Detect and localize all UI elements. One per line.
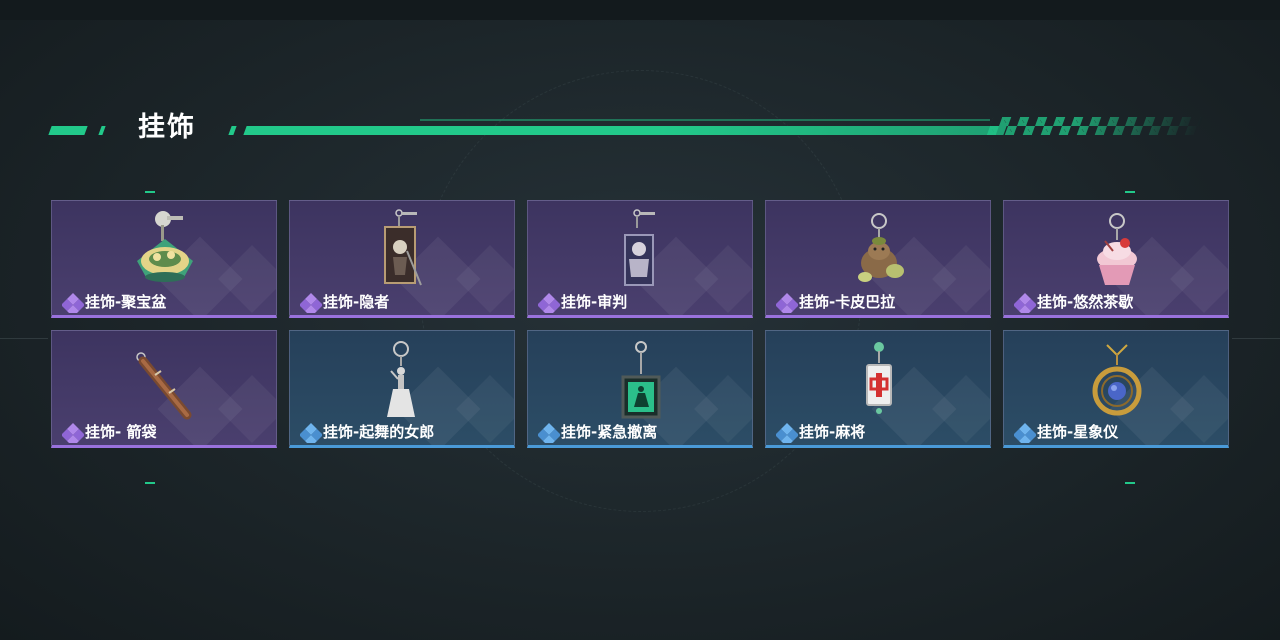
dancing-lady-icon <box>387 341 415 417</box>
quiver-icon <box>136 352 192 420</box>
astrolabe-icon <box>1092 344 1142 416</box>
card-decoration <box>218 375 276 443</box>
judgement-card-icon <box>624 209 655 286</box>
section-title: 挂饰 <box>138 112 196 143</box>
card-decoration <box>694 245 752 313</box>
item-name: 挂饰-起舞的女郎 <box>323 423 435 441</box>
item-card[interactable]: 挂饰-星象仪 <box>1003 330 1229 448</box>
mahjong-tile-icon <box>866 342 892 414</box>
header-accent-dash <box>98 126 106 135</box>
item-name: 挂饰-悠然茶歇 <box>1037 293 1134 311</box>
capybara-icon <box>858 213 904 282</box>
background-line <box>1232 338 1280 339</box>
item-card[interactable]: 挂饰- 箭袋 <box>51 330 277 448</box>
frame-tick <box>1125 482 1135 484</box>
card-decoration <box>932 375 990 443</box>
item-card[interactable]: 挂饰-悠然茶歇 <box>1003 200 1229 318</box>
card-decoration <box>1170 245 1228 313</box>
item-card[interactable]: 挂饰-审判 <box>527 200 753 318</box>
rarity-gem-icon <box>1014 293 1036 313</box>
item-name: 挂饰-麻将 <box>799 423 866 441</box>
card-decoration <box>1170 375 1228 443</box>
rarity-gem-icon <box>300 293 322 313</box>
item-card[interactable]: 挂饰-起舞的女郎 <box>289 330 515 448</box>
header-thin-line <box>420 119 990 121</box>
card-decoration <box>218 245 276 313</box>
item-name: 挂饰-星象仪 <box>1037 423 1119 441</box>
frame-tick <box>1125 191 1135 193</box>
rarity-gem-icon <box>1014 423 1036 443</box>
treasure-bowl-icon <box>137 211 193 282</box>
cupcake-icon <box>1097 213 1137 285</box>
rarity-gem-icon <box>300 423 322 443</box>
emergency-exit-sign-icon <box>621 341 661 419</box>
item-card[interactable]: 挂饰-紧急撤离 <box>527 330 753 448</box>
item-card[interactable]: 挂饰-隐者 <box>289 200 515 318</box>
rarity-gem-icon <box>776 423 798 443</box>
item-name: 挂饰-卡皮巴拉 <box>799 293 896 311</box>
rarity-gem-icon <box>776 293 798 313</box>
rarity-gem-icon <box>538 423 560 443</box>
item-name: 挂饰-审判 <box>561 293 628 311</box>
rarity-gem-icon <box>62 423 84 443</box>
rarity-gem-icon <box>62 293 84 313</box>
item-name: 挂饰- 箭袋 <box>85 423 157 441</box>
item-card[interactable]: 挂饰-麻将 <box>765 330 991 448</box>
background-line <box>0 338 48 339</box>
header-accent-bar <box>243 126 1007 135</box>
header-accent-dash <box>228 126 237 135</box>
card-decoration <box>932 245 990 313</box>
card-decoration <box>694 375 752 443</box>
item-card[interactable]: 挂饰-卡皮巴拉 <box>765 200 991 318</box>
item-name: 挂饰-紧急撤离 <box>561 423 658 441</box>
item-card[interactable]: 挂饰-聚宝盆 <box>51 200 277 318</box>
hermit-card-icon <box>384 209 422 286</box>
item-name: 挂饰-隐者 <box>323 293 390 311</box>
header-checker-pattern <box>986 117 1204 135</box>
card-decoration <box>456 245 514 313</box>
frame-tick <box>145 191 155 193</box>
card-decoration <box>456 375 514 443</box>
frame-tick <box>145 482 155 484</box>
top-band <box>0 0 1280 20</box>
rarity-gem-icon <box>538 293 560 313</box>
item-name: 挂饰-聚宝盆 <box>85 293 167 311</box>
header-accent-dash <box>48 126 88 135</box>
